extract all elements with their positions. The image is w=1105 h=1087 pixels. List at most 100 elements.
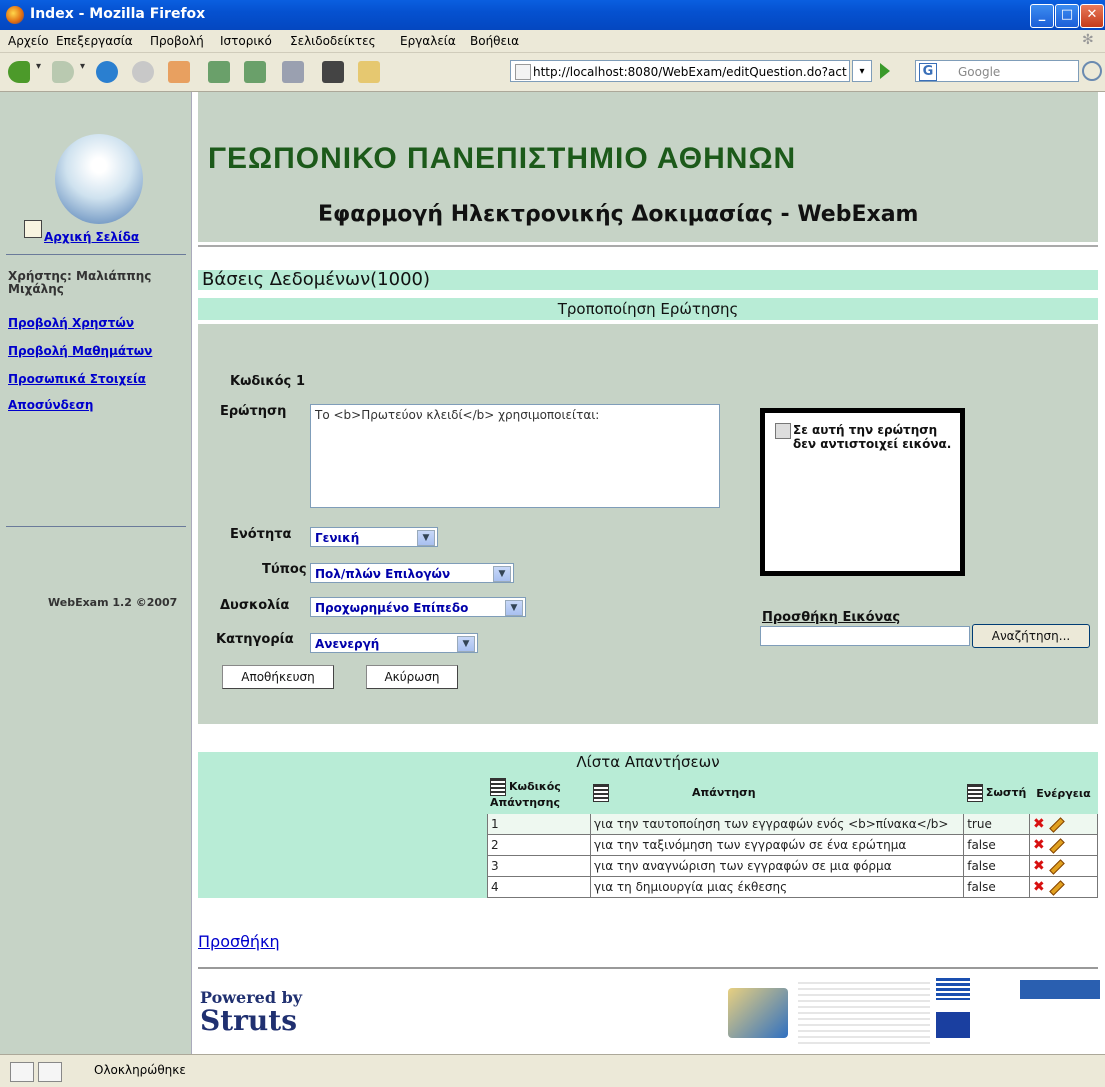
header-divider: [198, 245, 1098, 247]
col-correct[interactable]: Σωστή: [963, 772, 1030, 814]
sidebar-item-profile[interactable]: Προσωπικά Στοιχεία: [8, 372, 146, 386]
status-text: Ολοκληρώθηκε: [94, 1063, 186, 1077]
version-text: WebExam 1.2 ©2007: [48, 596, 178, 609]
chart-icon[interactable]: [358, 61, 380, 83]
sidebar-item-courses[interactable]: Προβολή Μαθημάτων: [8, 344, 152, 358]
forward-icon[interactable]: [52, 61, 74, 83]
chevron-down-icon[interactable]: ▼: [417, 530, 435, 546]
col-action-label: Ενέργεια: [1036, 786, 1091, 800]
menu-help[interactable]: Βοήθεια: [470, 34, 519, 48]
unit-select[interactable]: Γενική ▼: [310, 527, 438, 547]
type-label: Τύπος: [262, 562, 307, 577]
answers-title: Λίστα Απαντήσεων: [198, 752, 1098, 772]
answer-id: 2: [486, 834, 592, 856]
menu-edit[interactable]: Επεξεργασία: [56, 34, 133, 48]
print-icon[interactable]: [282, 61, 304, 83]
no-image-text: Σε αυτή την ερώτηση δεν αντιστοιχεί εικό…: [793, 423, 952, 451]
google-icon[interactable]: G: [919, 63, 937, 81]
edit-icon[interactable]: [1048, 858, 1065, 875]
sidebar-user: Χρήστης: Μαλιάππης Μιχάλης: [8, 269, 152, 296]
back-icon[interactable]: [8, 61, 30, 83]
page-header: ΓΕΩΠΟΝΙΚΟ ΠΑΝΕΠΙΣΤΗΜΙΟ ΑΘΗΝΩΝ Εφαρμογή Η…: [198, 92, 1098, 242]
status-icon[interactable]: [38, 1062, 62, 1082]
search-placeholder: Google: [958, 65, 1001, 79]
struts-logo: Powered by Struts: [200, 988, 302, 1035]
menu-history[interactable]: Ιστορικό: [220, 34, 272, 48]
broken-image-icon: [775, 423, 791, 439]
url-bar[interactable]: http://localhost:8080/WebExam/editQuesti…: [510, 60, 850, 82]
status-bar: Ολοκληρώθηκε: [0, 1054, 1105, 1087]
column-sort-icon[interactable]: [593, 784, 610, 802]
search-icon[interactable]: [1082, 61, 1102, 81]
difficulty-select[interactable]: Προχωρημένο Επίπεδο ▼: [310, 597, 526, 617]
home-icon[interactable]: [168, 61, 190, 83]
difficulty-selected: Προχωρημένο Επίπεδο: [315, 601, 469, 615]
sidebar-home-link[interactable]: Αρχική Σελίδα: [44, 230, 139, 244]
image-file-input[interactable]: [760, 626, 970, 646]
footer-divider: [198, 967, 1098, 969]
chevron-down-icon[interactable]: ▼: [457, 636, 475, 652]
sidebar-divider: [6, 254, 186, 255]
status-icon[interactable]: [10, 1062, 34, 1082]
col-answer-text-label: Απάντηση: [692, 786, 756, 799]
answer-actions: ✖: [1029, 813, 1098, 835]
answer-text: για την αναγνώριση των εγγραφών σε μια φ…: [590, 855, 965, 877]
answer-text: για την ταυτοποίηση των εγγραφών ενός <b…: [590, 813, 965, 835]
menu-file[interactable]: Αρχείο: [8, 34, 49, 48]
sidebar-item-users[interactable]: Προβολή Χρηστών: [8, 316, 134, 330]
answer-correct: false: [963, 855, 1030, 877]
answer-actions: ✖: [1029, 855, 1098, 877]
url-dropdown-icon[interactable]: ▾: [852, 60, 872, 82]
back-dropdown-icon[interactable]: ▾: [36, 61, 46, 83]
chevron-down-icon[interactable]: ▼: [493, 566, 511, 582]
new-tab-icon[interactable]: [208, 61, 230, 83]
answers-table: Κωδικός Απάντησης Απάντηση Σωστή Ενέργει…: [486, 772, 1098, 898]
sidebar-item-logout[interactable]: Αποσύνδεση: [8, 398, 93, 412]
edit-icon[interactable]: [1048, 879, 1065, 896]
no-image-box: Σε αυτή την ερώτηση δεν αντιστοιχεί εικό…: [760, 408, 965, 576]
browse-button[interactable]: Αναζήτηση...: [972, 624, 1090, 648]
forward-dropdown-icon[interactable]: ▾: [80, 61, 90, 83]
window-title-bar[interactable]: Index - Mozilla Firefox _ □ ✕: [0, 0, 1105, 30]
new-window-icon[interactable]: [244, 61, 266, 83]
home-page-icon[interactable]: [24, 220, 42, 238]
cancel-button[interactable]: Ακύρωση: [366, 665, 458, 689]
code-label: Κωδικός: [230, 374, 292, 389]
col-answer-text[interactable]: Απάντηση: [590, 772, 965, 814]
category-select[interactable]: Ανενεργή ▼: [310, 633, 478, 653]
maximize-button[interactable]: □: [1055, 4, 1079, 28]
throbber-icon: ✻: [1082, 32, 1094, 48]
greek-flag-icon: [936, 978, 970, 1000]
question-textarea[interactable]: Το <b>Πρωτεύον κλειδί</b> χρησιμοποιείτα…: [310, 404, 720, 508]
edit-icon[interactable]: [1048, 837, 1065, 854]
delete-icon[interactable]: ✖: [1033, 879, 1045, 895]
delete-icon[interactable]: ✖: [1033, 837, 1045, 853]
delete-icon[interactable]: ✖: [1033, 858, 1045, 874]
search-input[interactable]: G Google: [915, 60, 1079, 82]
save-button[interactable]: Αποθήκευση: [222, 665, 334, 689]
menu-view[interactable]: Προβολή: [150, 34, 204, 48]
table-row: 3 για την αναγνώριση των εγγραφών σε μια…: [486, 855, 1098, 877]
struts-text: Struts: [200, 1004, 297, 1037]
course-title: Βάσεις Δεδομένων(1000): [198, 270, 1098, 290]
type-selected: Πολ/πλών Επιλογών: [315, 567, 451, 581]
menu-bar: Αρχείο Επεξεργασία Προβολή Ιστορικό Σελι…: [0, 30, 1105, 53]
column-sort-icon[interactable]: [490, 777, 506, 796]
screenshot-icon[interactable]: [322, 61, 344, 83]
edit-icon[interactable]: [1048, 816, 1065, 833]
answer-actions: ✖: [1029, 876, 1098, 898]
type-select[interactable]: Πολ/πλών Επιλογών ▼: [310, 563, 514, 583]
unit-label: Ενότητα: [230, 527, 292, 542]
minimize-button[interactable]: _: [1030, 4, 1054, 28]
delete-icon[interactable]: ✖: [1033, 816, 1045, 832]
close-button[interactable]: ✕: [1080, 4, 1104, 28]
reload-icon[interactable]: [96, 61, 118, 83]
menu-tools[interactable]: Εργαλεία: [400, 34, 456, 48]
stop-icon[interactable]: [132, 61, 154, 83]
col-answer-id[interactable]: Κωδικός Απάντησης: [486, 772, 592, 814]
go-icon[interactable]: [880, 63, 890, 79]
column-sort-icon[interactable]: [966, 784, 983, 802]
add-answer-link[interactable]: Προσθήκη: [198, 932, 280, 951]
menu-bookmarks[interactable]: Σελιδοδείκτες: [290, 34, 376, 48]
chevron-down-icon[interactable]: ▼: [505, 600, 523, 616]
